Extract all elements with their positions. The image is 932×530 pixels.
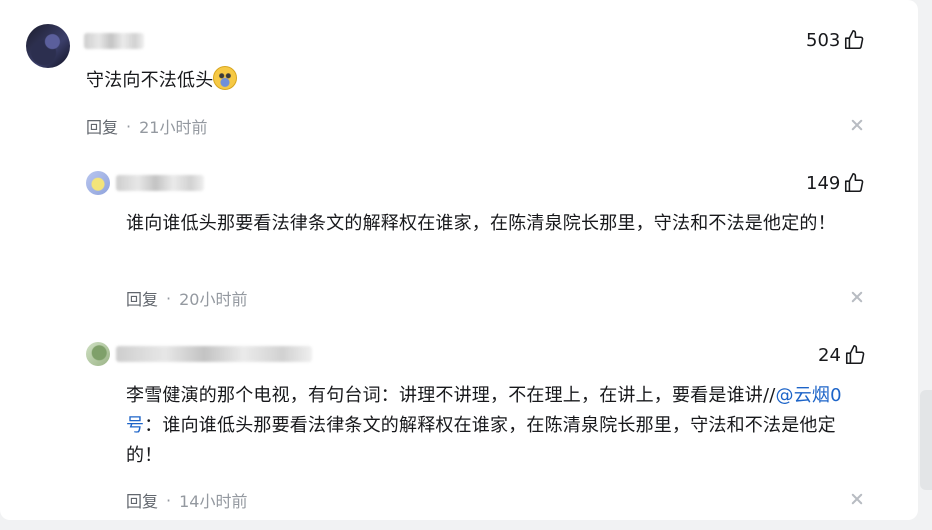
reply-button[interactable]: 回复	[126, 286, 158, 310]
username-redacted[interactable]	[116, 175, 204, 191]
like-count-group[interactable]: 149	[806, 172, 865, 194]
comment-text-body: 李雪健演的那个电视，有句台词：讲理不讲理，不在理上，在讲上，要看是谁讲//	[126, 385, 776, 406]
comment-meta: 回复 · 20小时前	[126, 286, 247, 310]
comment-item: 24 李雪健演的那个电视，有句台词：讲理不讲理，不在理上，在讲上，要看是谁讲//…	[0, 0, 918, 511]
close-icon[interactable]	[851, 493, 863, 505]
comment-meta: 回复 · 14小时前	[126, 488, 247, 512]
avatar[interactable]	[86, 342, 110, 366]
comment-text: 谁向谁低头那要看法律条文的解释权在谁家，在陈清泉院长那里，守法和不法是他定的！	[126, 213, 836, 234]
like-count: 149	[806, 172, 841, 194]
like-count: 24	[818, 344, 841, 366]
avatar[interactable]	[86, 171, 110, 195]
scrollbar-thumb[interactable]	[920, 390, 932, 490]
comment-panel: 503 守法向不法低头 回复 · 21小时前 149 谁向谁低头那要看法律条文的…	[0, 0, 918, 520]
comment-text-quoted: ：谁向谁低头那要看法律条文的解释权在谁家，在陈清泉院长那里，守法和不法是他定的！	[126, 415, 836, 466]
thumbs-up-icon[interactable]	[843, 172, 865, 194]
comment-text: 李雪健演的那个电视，有句台词：讲理不讲理，不在理上，在讲上，要看是谁讲//@云烟…	[126, 381, 871, 471]
timestamp: 14小时前	[179, 492, 248, 511]
close-icon[interactable]	[851, 291, 863, 303]
separator-dot: ·	[166, 490, 172, 510]
timestamp: 20小时前	[179, 290, 248, 309]
reply-button[interactable]: 回复	[126, 488, 158, 512]
thumbs-up-icon[interactable]	[844, 344, 866, 366]
separator-dot: ·	[166, 288, 172, 308]
username-redacted[interactable]	[116, 346, 312, 362]
like-count-group[interactable]: 24	[818, 344, 866, 366]
